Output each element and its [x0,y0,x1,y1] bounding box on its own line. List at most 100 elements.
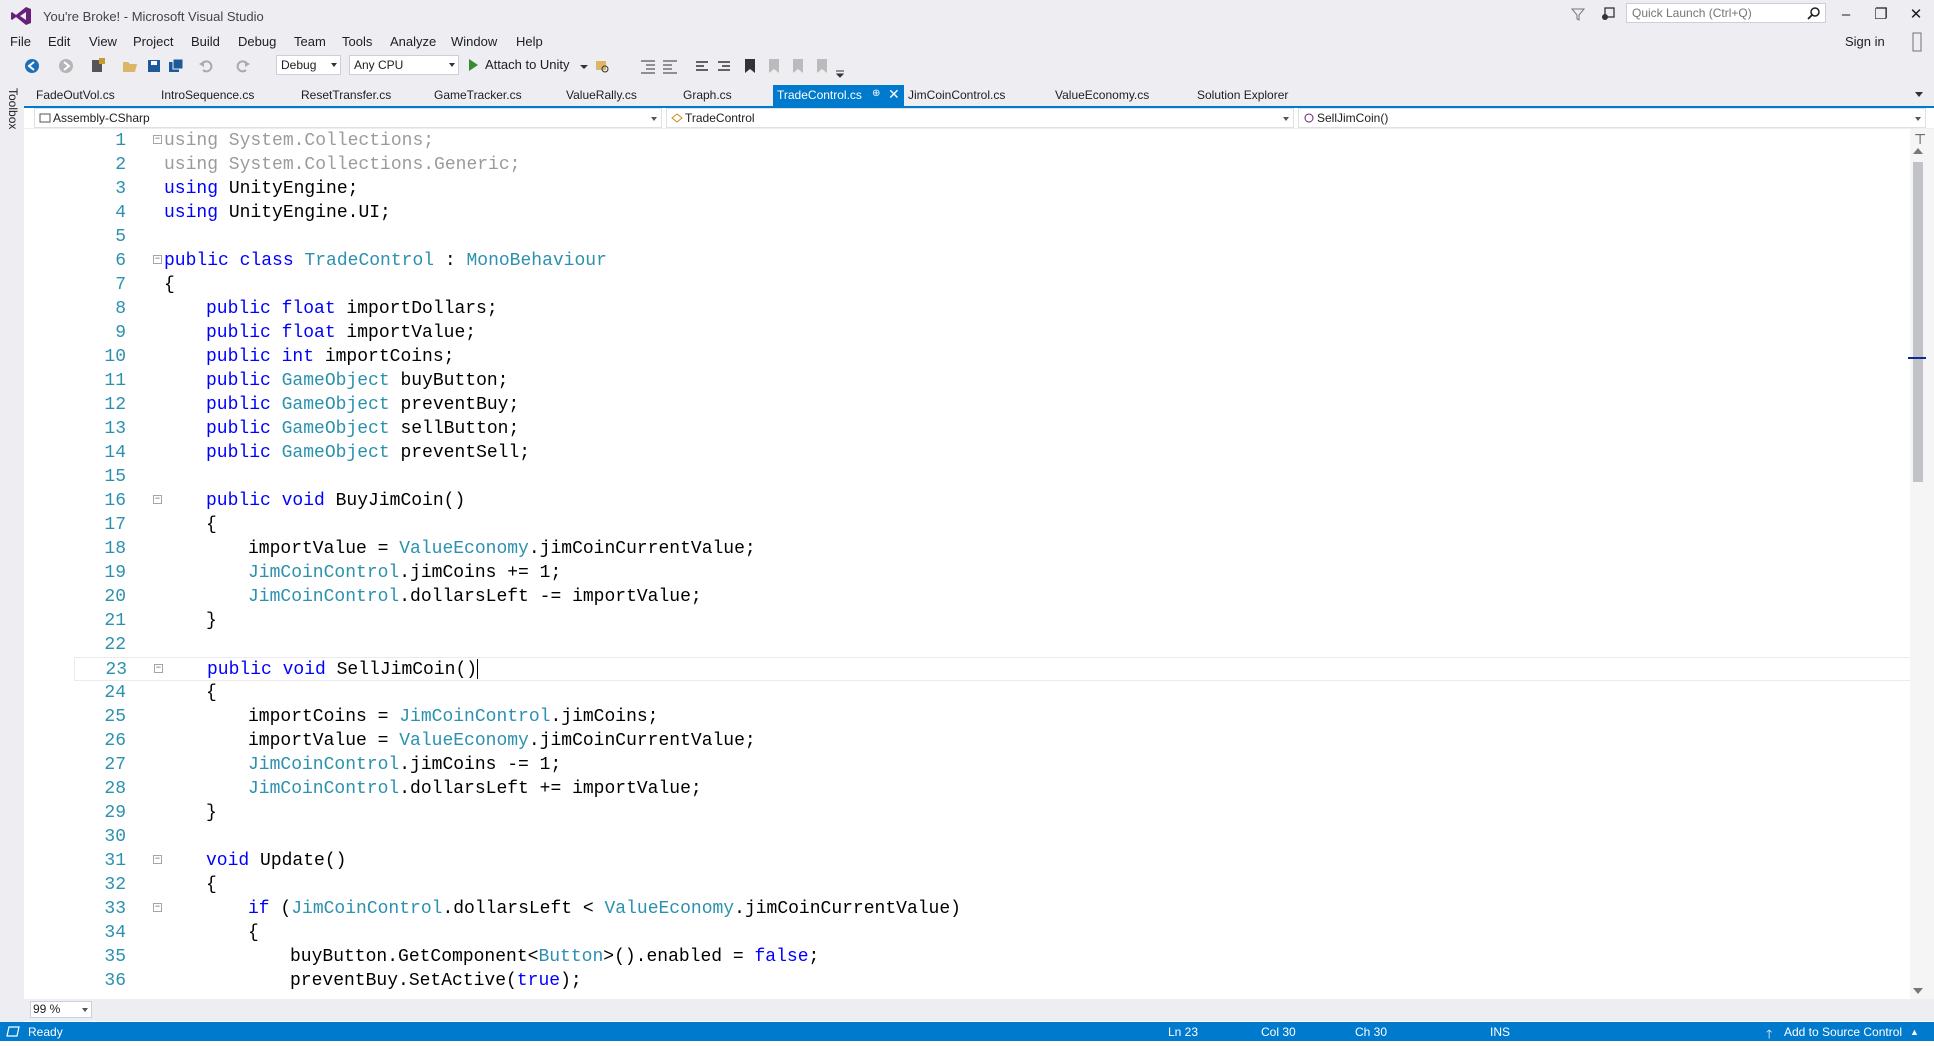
collapse-icon[interactable]: − [154,664,163,673]
menu-team[interactable]: Team [294,34,326,49]
navigate-back-icon[interactable] [24,58,40,74]
feedback-icon[interactable] [1600,5,1618,23]
type-token: JimCoinControl [248,779,400,799]
line-number: 35 [104,947,126,967]
indent-icon[interactable] [662,58,678,74]
find-in-files-icon[interactable] [594,58,610,74]
sign-in-link[interactable]: Sign in [1845,34,1885,49]
save-icon[interactable] [146,58,162,74]
code-text: buyButton; [389,371,509,391]
line-number: 26 [104,731,126,751]
tab-solution-explorer[interactable]: Solution Explorer [1197,88,1288,102]
code-editor[interactable]: 1− using System.Collections; 2 using Syste… [24,129,1934,999]
uncomment-lines-icon[interactable] [716,58,732,74]
toolbar-overflow-icon[interactable] [832,62,848,78]
bookmark-icon[interactable] [742,58,758,74]
code-line: 13 public GameObject sellButton; [74,417,1934,441]
menu-help[interactable]: Help [516,34,543,49]
menu-build[interactable]: Build [191,34,220,49]
solution-configuration-dropdown[interactable]: Debug [276,55,341,75]
solution-platform-dropdown[interactable]: Any CPU [349,55,459,75]
collapse-icon[interactable]: − [153,855,162,864]
undo-icon[interactable] [198,58,214,74]
notifications-filter-icon[interactable] [1570,6,1586,22]
scrollbar-thumb[interactable] [1913,162,1923,482]
line-number: 23 [105,660,127,680]
collapse-icon[interactable]: − [153,495,162,504]
scroll-up-icon[interactable] [1913,148,1923,154]
menu-tools[interactable]: Tools [342,34,372,49]
menu-edit[interactable]: Edit [48,34,70,49]
menu-analyze[interactable]: Analyze [390,34,436,49]
collapse-icon[interactable]: − [153,903,162,912]
scroll-down-icon[interactable] [1913,988,1923,994]
project-dropdown[interactable]: Assembly-CSharp [34,108,662,128]
search-icon[interactable] [1807,6,1821,20]
code-line: 31 − void Update() [74,849,1934,873]
zoom-dropdown[interactable]: 99 % [30,1001,92,1018]
line-number: 1 [115,131,126,151]
save-all-icon[interactable] [168,58,184,74]
toolbox-tab[interactable]: Toolbox [6,88,20,129]
tab-gametracker[interactable]: GameTracker.cs [434,88,522,102]
chevron-down-icon [1283,117,1289,121]
configuration-value: Debug [281,58,317,72]
collapse-icon[interactable]: − [153,255,162,264]
code-line: 3 using UnityEngine; [74,177,1934,201]
menu-file[interactable]: File [10,34,31,49]
line-number: 24 [104,683,126,703]
tab-valueeconomy[interactable]: ValueEconomy.cs [1055,88,1149,102]
menu-view[interactable]: View [89,34,117,49]
close-tab-icon[interactable]: ✕ [888,86,900,103]
line-number: 11 [104,371,126,391]
redo-icon[interactable] [235,58,251,74]
code-line: 4 using UnityEngine.UI; [74,201,1934,225]
split-window-icon[interactable]: ⊤ [1914,131,1926,148]
code-text: importCoins; [314,347,455,367]
new-project-icon[interactable] [90,58,106,74]
open-file-icon[interactable] [122,58,138,74]
keyword-token: public class [164,251,294,271]
attach-to-unity-button[interactable]: Attach to Unity [485,57,570,72]
tab-introsequence[interactable]: IntroSequence.cs [161,88,254,102]
member-dropdown[interactable]: SellJimCoin() [1298,108,1926,128]
tab-valuerally[interactable]: ValueRally.cs [566,88,637,102]
quick-launch-box[interactable] [1626,3,1826,23]
minimize-button[interactable]: – [1831,4,1861,26]
quick-launch-input[interactable] [1627,4,1807,22]
code-line: 8 public float importDollars; [74,297,1934,321]
pin-tab-icon[interactable]: ⊕ [872,88,880,99]
outdent-icon[interactable] [640,58,656,74]
chevron-up-icon[interactable]: ▲ [1910,1027,1919,1037]
tab-fadeoutvol[interactable]: FadeOutVol.cs [36,88,115,102]
navigate-forward-icon[interactable] [58,58,74,74]
close-button[interactable]: ✕ [1901,4,1931,26]
menu-window[interactable]: Window [451,34,497,49]
menu-debug[interactable]: Debug [238,34,276,49]
editor-bottom-bar [24,999,1934,1021]
restore-button[interactable]: ❐ [1866,4,1896,26]
menu-project[interactable]: Project [133,34,173,49]
tab-graph[interactable]: Graph.cs [683,88,732,102]
tab-jimcoincontrol[interactable]: JimCoinControl.cs [908,88,1005,102]
tab-overflow-chevron-icon[interactable] [1915,92,1923,97]
attach-dropdown-chevron-icon[interactable] [576,58,592,74]
previous-bookmark-icon[interactable] [766,58,782,74]
keyword-token: void [206,851,250,871]
class-dropdown[interactable]: TradeControl [666,108,1294,128]
account-icon[interactable] [1908,32,1926,52]
comment-lines-icon[interactable] [694,58,710,74]
clear-bookmarks-icon[interactable] [814,58,830,74]
collapse-icon[interactable]: − [153,135,162,144]
type-token: ValueEconomy [399,539,529,559]
next-bookmark-icon[interactable] [790,58,806,74]
add-to-source-control-button[interactable]: Add to Source Control [1784,1025,1902,1039]
current-code-line: 23 − public void SellJimCoin() [74,657,1934,681]
line-number: 17 [104,515,126,535]
code-line: 20 JimCoinControl.dollarsLeft -= importVa… [74,585,1934,609]
output-window-icon[interactable] [6,1025,20,1038]
code-text: importCoins = [248,707,400,727]
keyword-token: public [206,371,271,391]
tab-resettransfer[interactable]: ResetTransfer.cs [301,88,391,102]
type-token: JimCoinControl [291,899,443,919]
